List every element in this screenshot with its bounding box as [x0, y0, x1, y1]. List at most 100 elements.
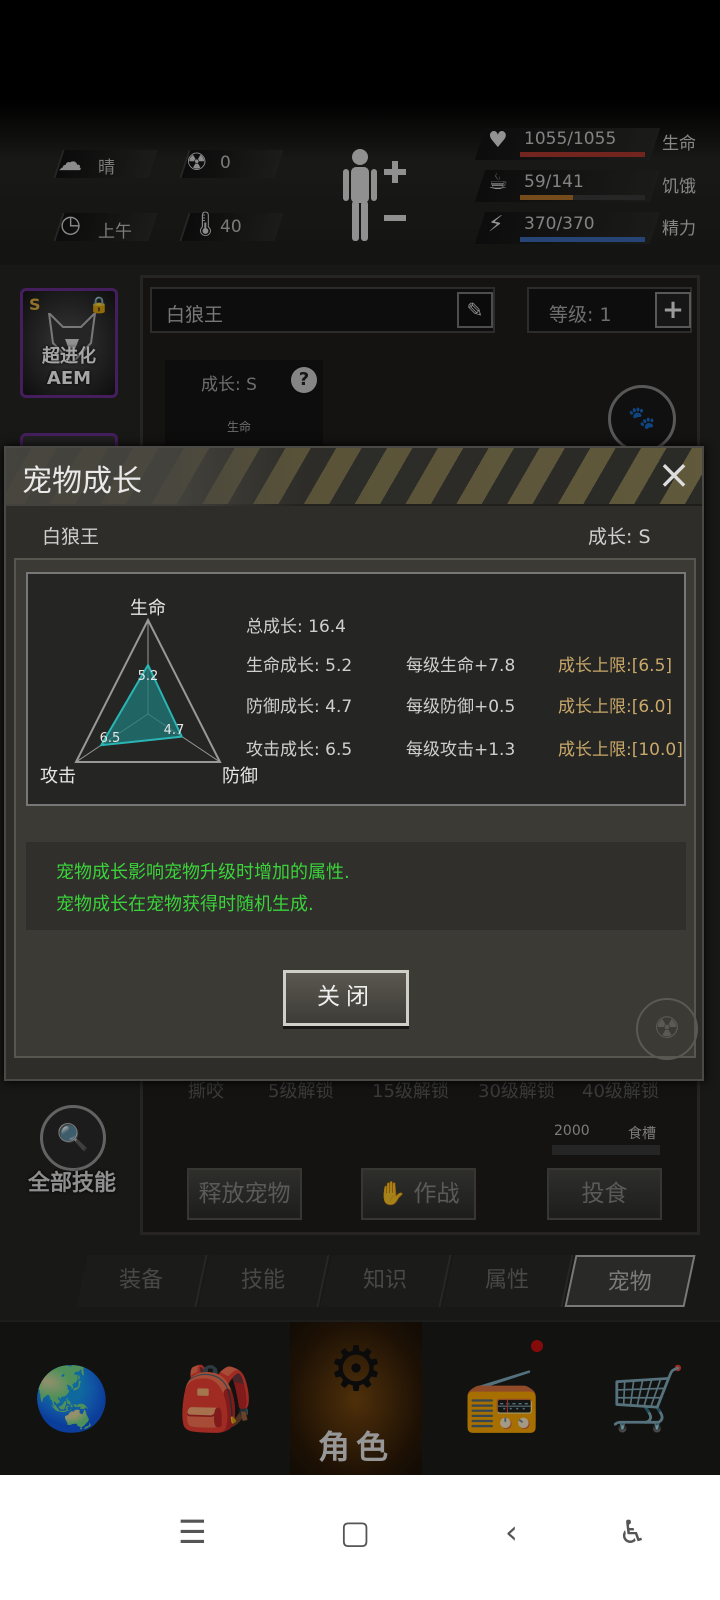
- skill-book-icon: 🔍: [40, 1105, 106, 1171]
- hunger-bar: [520, 195, 645, 200]
- energy-label: 精力: [662, 219, 696, 239]
- growth-mini-text: 成长: S: [201, 375, 257, 395]
- attack-per-level: 每级攻击+1.3: [406, 740, 516, 760]
- close-button[interactable]: 关闭: [283, 970, 409, 1026]
- radar-value-life: 5.2: [138, 669, 159, 684]
- food-value: 2000: [554, 1123, 590, 1139]
- all-skills-button[interactable]: 🔍 全部技能: [28, 1105, 128, 1205]
- pencil-icon: ✎: [466, 298, 484, 322]
- level-text: 等级: 1: [549, 304, 612, 326]
- health-bar: [520, 152, 645, 157]
- bottom-nav: 🌏 🎒 ⚙ 角色 📻 🛒: [0, 1320, 720, 1477]
- release-pet-button[interactable]: 释放宠物: [187, 1168, 302, 1220]
- plus-icon: +: [662, 295, 684, 325]
- tab-equipment[interactable]: 装备: [76, 1255, 208, 1307]
- fight-button[interactable]: ✋ 作战: [361, 1168, 476, 1220]
- time-of-day-text: 上午: [98, 222, 132, 242]
- life-per-level: 每级生命+7.8: [406, 656, 516, 676]
- dialog-pet-name: 白狼王: [42, 526, 100, 548]
- defense-limit: 成长上限:[6.0]: [558, 697, 673, 717]
- character-tabs: 装备 技能 知识 属性 宠物: [72, 1255, 702, 1307]
- temperature-value: 40: [220, 217, 242, 237]
- backpack-icon: 🎒: [177, 1362, 255, 1435]
- weather-text: 晴: [98, 158, 115, 178]
- health-label: 生命: [662, 134, 696, 154]
- heart-icon: ♥: [488, 128, 508, 153]
- nav-character[interactable]: ⚙ 角色: [290, 1322, 422, 1477]
- growth-stats-panel: 生命 攻击 防御 5.2 4.7 6.5 总成长: 16.4 生命成长: 5.2…: [26, 572, 686, 806]
- dialog-pet-growth: 成长: S: [588, 526, 651, 548]
- radar-mini-label: 生命: [227, 420, 252, 434]
- system-nav-bar: ☰ ▢ ‹ ♿: [0, 1475, 720, 1600]
- pet-name-field[interactable]: 白狼王: [150, 287, 495, 333]
- tab-pet[interactable]: 宠物: [564, 1255, 696, 1307]
- clock-icon: ◷: [60, 210, 81, 238]
- head-gear-icon: ⚙: [328, 1332, 384, 1405]
- all-skills-label: 全部技能: [28, 1171, 117, 1196]
- walkie-talkie-icon: 📻: [463, 1362, 541, 1435]
- menu-icon[interactable]: ☰: [178, 1513, 207, 1551]
- tab-knowledge[interactable]: 知识: [320, 1255, 452, 1307]
- pet-growth-dialog: 宠物成长 × 白狼王 成长: S 生命 攻击 防御 5.2 4.7 6.5 总成…: [4, 446, 704, 1081]
- close-icon[interactable]: ×: [654, 455, 694, 496]
- nav-radio[interactable]: 📻: [430, 1322, 574, 1477]
- notification-dot: [531, 1340, 543, 1352]
- info-line-2: 宠物成长在宠物获得时随机生成.: [56, 894, 314, 915]
- hunger-label: 饥饿: [662, 177, 696, 197]
- level-up-button[interactable]: +: [655, 292, 691, 328]
- tab-skills[interactable]: 技能: [198, 1255, 330, 1307]
- hunger-text: 59/141: [524, 172, 584, 192]
- radiation-watermark-icon: ☢: [636, 998, 698, 1060]
- claw-icon: ✋: [377, 1181, 407, 1207]
- nav-character-label: 角色: [317, 1428, 394, 1466]
- energy-text: 370/370: [524, 214, 595, 234]
- cloud-sun-icon: ☁: [58, 148, 82, 176]
- total-growth: 总成长: 16.4: [246, 617, 346, 637]
- radar-value-attack: 6.5: [100, 731, 121, 746]
- paw-button[interactable]: 🐾: [608, 385, 676, 453]
- pet-name-value: 白狼王: [166, 304, 224, 326]
- accessibility-icon[interactable]: ♿: [618, 1513, 647, 1551]
- attack-growth: 攻击成长: 6.5: [246, 740, 353, 760]
- body-status-icon[interactable]: [340, 145, 410, 245]
- defense-per-level: 每级防御+0.5: [406, 697, 516, 717]
- radar-axis-attack: 攻击: [40, 766, 76, 787]
- edit-name-button[interactable]: ✎: [457, 292, 493, 328]
- lightning-head-icon: ⚡: [488, 212, 504, 237]
- tab-attributes[interactable]: 属性: [442, 1255, 574, 1307]
- dialog-body: 生命 攻击 防御 5.2 4.7 6.5 总成长: 16.4 生命成长: 5.2…: [14, 558, 698, 1060]
- dialog-title: 宠物成长: [22, 464, 142, 499]
- nav-shop[interactable]: 🛒: [576, 1322, 720, 1477]
- info-line-1: 宠物成长影响宠物升级时增加的属性.: [56, 862, 350, 883]
- radar-axis-defense: 防御: [222, 766, 258, 787]
- paw-icon: 🐾: [628, 406, 656, 431]
- growth-info-box: 宠物成长影响宠物升级时增加的属性. 宠物成长在宠物获得时随机生成.: [26, 842, 686, 930]
- health-text: 1055/1055: [524, 129, 617, 149]
- thermometer-icon: 🌡: [190, 210, 221, 238]
- food-bar: [552, 1145, 660, 1155]
- fight-label: 作战: [413, 1181, 460, 1207]
- rank-badge: S: [29, 295, 41, 314]
- energy-bar: [520, 237, 645, 242]
- nav-map[interactable]: 🌏: [0, 1322, 144, 1477]
- radiation-icon: ☢: [186, 148, 208, 176]
- radar-value-defense: 4.7: [164, 723, 185, 738]
- growth-radar-chart: 生命 攻击 防御 5.2 4.7 6.5: [40, 598, 258, 787]
- attack-limit: 成长上限:[10.0]: [558, 740, 683, 760]
- back-icon[interactable]: ‹: [505, 1513, 518, 1551]
- nav-backpack[interactable]: 🎒: [144, 1322, 288, 1477]
- feed-button[interactable]: 投食: [547, 1168, 662, 1220]
- globe-icon: 🌏: [33, 1362, 111, 1435]
- pet-badge-label: 超进化AEM: [42, 346, 96, 389]
- food-label: 食槽: [628, 1126, 656, 1142]
- lock-icon: 🔒: [89, 295, 109, 314]
- life-growth: 生命成长: 5.2: [246, 656, 353, 676]
- home-icon[interactable]: ▢: [340, 1513, 370, 1551]
- help-icon[interactable]: ?: [291, 367, 317, 393]
- radar-axis-life: 生命: [130, 598, 166, 619]
- stomach-icon: ☕: [488, 170, 508, 195]
- life-limit: 成长上限:[6.5]: [558, 656, 673, 676]
- cart-icon: 🛒: [609, 1362, 687, 1435]
- radiation-value: 0: [220, 153, 231, 173]
- pet-portrait[interactable]: S 🔒 超进化AEM: [20, 288, 118, 398]
